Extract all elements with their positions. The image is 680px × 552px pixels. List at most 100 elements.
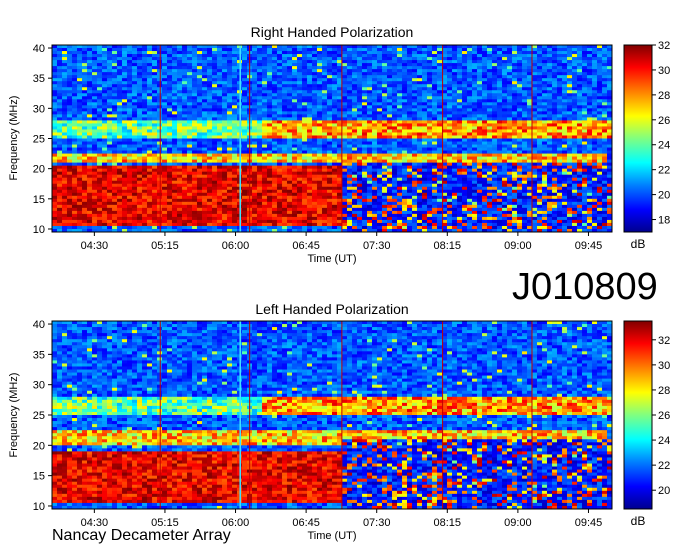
spectrogram-cell bbox=[522, 123, 528, 127]
spectrogram-cell bbox=[62, 168, 68, 172]
spectrogram-cell bbox=[407, 81, 413, 85]
spectrogram-cell bbox=[407, 111, 413, 115]
spectrogram-cell bbox=[342, 60, 348, 64]
spectrogram-cell bbox=[417, 93, 423, 97]
spectrogram-cell bbox=[557, 111, 563, 115]
spectrogram-cell bbox=[272, 147, 278, 151]
spectrogram-cell bbox=[102, 129, 108, 133]
spectrogram-cell bbox=[162, 75, 168, 79]
spectrogram-cell bbox=[367, 144, 373, 148]
spectrogram-cell bbox=[392, 99, 398, 103]
spectrogram-cell bbox=[287, 87, 293, 91]
spectrogram-cell bbox=[112, 75, 118, 79]
spectrogram-cell bbox=[162, 57, 168, 61]
spectrogram-cell bbox=[77, 75, 83, 79]
spectrogram-cell bbox=[377, 129, 383, 133]
spectrogram-cell bbox=[282, 114, 288, 118]
spectrogram-cell bbox=[277, 93, 283, 97]
spectrogram-cell bbox=[472, 150, 478, 154]
spectrogram-cell bbox=[407, 162, 413, 166]
spectrogram-cell bbox=[592, 123, 598, 127]
spectrogram-cell bbox=[477, 81, 483, 85]
spectrogram-cell bbox=[277, 87, 283, 91]
spectrogram-cell bbox=[307, 165, 313, 169]
spectrogram-cell bbox=[72, 120, 78, 124]
spectrogram-cell bbox=[357, 171, 363, 175]
spectrogram-cell bbox=[487, 60, 493, 64]
spectrogram-cell bbox=[97, 93, 103, 97]
spectrogram-cell bbox=[437, 156, 443, 160]
spectrogram-cell bbox=[492, 150, 498, 154]
spectrogram-cell bbox=[307, 105, 313, 109]
spectrogram-cell bbox=[257, 48, 263, 52]
spectrogram-cell bbox=[497, 69, 503, 73]
spectrogram-cell bbox=[507, 54, 513, 58]
spectrogram-cell bbox=[332, 126, 338, 130]
spectrogram-cell bbox=[142, 117, 148, 121]
spectrogram-cell bbox=[417, 141, 423, 145]
spectrogram-cell bbox=[132, 72, 138, 76]
spectrogram-cell bbox=[407, 75, 413, 79]
spectrogram-cell bbox=[387, 162, 393, 166]
spectrogram-cell bbox=[502, 87, 508, 91]
spectrogram-cell bbox=[177, 69, 183, 73]
spectrogram-cell bbox=[537, 99, 543, 103]
spectrogram-cell bbox=[362, 66, 368, 70]
spectrogram-cell bbox=[82, 63, 88, 67]
spectrogram-cell bbox=[172, 69, 178, 73]
spectrogram-cell bbox=[312, 87, 318, 91]
spectrogram-cell bbox=[472, 141, 478, 145]
spectrogram-cell bbox=[272, 168, 278, 172]
spectrogram-cell bbox=[502, 117, 508, 121]
spectrogram-cell bbox=[412, 57, 418, 61]
spectrogram-cell bbox=[392, 147, 398, 151]
spectrogram-cell bbox=[327, 108, 333, 112]
spectrogram-cell bbox=[562, 78, 568, 82]
spectrogram-cell bbox=[77, 90, 83, 94]
spectrogram-cell bbox=[602, 129, 608, 133]
spectrogram-cell bbox=[207, 84, 213, 88]
spectrogram-cell bbox=[542, 87, 548, 91]
spectrogram-cell bbox=[362, 75, 368, 79]
spectrogram-cell bbox=[102, 177, 108, 182]
spectrogram-cell bbox=[322, 153, 328, 157]
spectrogram-cell bbox=[232, 54, 238, 58]
spectrogram-cell bbox=[452, 162, 458, 166]
spectrogram-cell bbox=[167, 87, 173, 91]
spectrogram-cell bbox=[537, 81, 543, 85]
spectrogram-cell bbox=[127, 156, 133, 160]
spectrogram-cell bbox=[272, 87, 278, 91]
spectrogram-cell bbox=[72, 87, 78, 91]
spectrogram-cell bbox=[502, 48, 508, 52]
spectrogram-cell bbox=[407, 153, 413, 157]
spectrogram-cell bbox=[432, 153, 438, 157]
spectrogram-cell bbox=[547, 69, 553, 73]
spectrogram-cell bbox=[577, 96, 583, 100]
spectrogram-cell bbox=[212, 72, 218, 76]
spectrogram-cell bbox=[297, 105, 303, 109]
spectrogram-cell bbox=[412, 165, 418, 169]
spectrogram-cell bbox=[522, 165, 528, 169]
spectrogram-cell bbox=[107, 168, 113, 172]
spectrogram-cell bbox=[602, 117, 608, 121]
spectrogram-cell bbox=[52, 162, 58, 166]
spectrogram-cell bbox=[267, 111, 273, 115]
spectrogram-cell bbox=[147, 135, 153, 139]
spectrogram-cell bbox=[532, 117, 538, 121]
spectrogram-cell bbox=[132, 135, 138, 139]
spectrogram-cell bbox=[272, 123, 278, 127]
spectrogram-cell bbox=[252, 159, 258, 163]
spectrogram-cell bbox=[217, 105, 223, 109]
spectrogram-cell bbox=[97, 165, 103, 169]
spectrogram-cell bbox=[292, 168, 298, 172]
spectrogram-cell bbox=[82, 57, 88, 61]
spectrogram-cell bbox=[437, 174, 443, 179]
spectrogram-cell bbox=[567, 57, 573, 61]
spectrogram-cell bbox=[507, 60, 513, 64]
spectrogram-cell bbox=[397, 69, 403, 73]
spectrogram-cell bbox=[522, 135, 528, 139]
spectrogram-cell bbox=[437, 48, 443, 52]
spectrogram-cell bbox=[67, 87, 73, 91]
spectrogram-cell bbox=[532, 147, 538, 151]
spectrogram-cell bbox=[422, 129, 428, 133]
